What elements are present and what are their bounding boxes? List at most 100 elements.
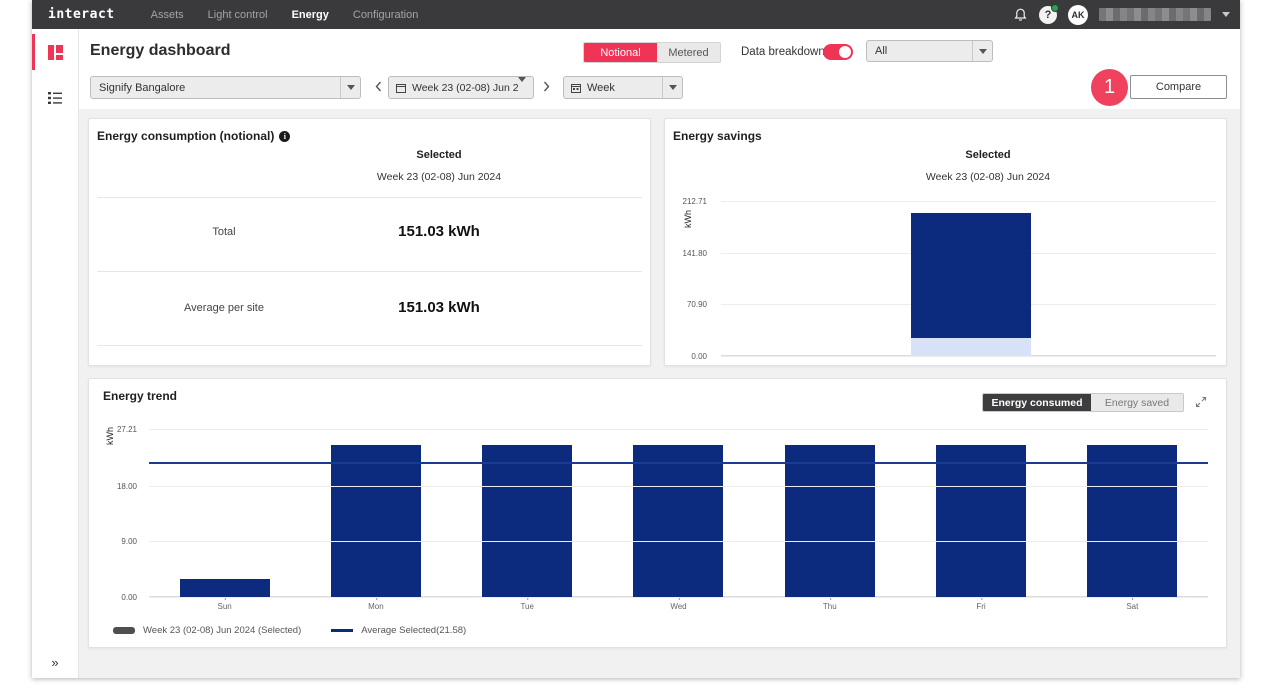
average-line [149,462,1208,464]
nav-item-light-control[interactable]: Light control [208,9,268,21]
trend-slot: Sun [149,429,300,597]
energy-consumed-button[interactable]: Energy consumed [983,394,1091,411]
chevron-down-icon [347,85,355,90]
nav-menu: Assets Light control Energy Configuratio… [151,9,419,21]
legend-line-swatch [331,629,353,632]
info-icon[interactable]: i [279,131,290,142]
screenshot-canvas: interact Assets Light control Energy Con… [0,0,1280,700]
trend-slots: SunMonTueWedThuFriSat [149,429,1208,597]
savings-bar-segment [911,338,1031,356]
scope-select[interactable]: All [866,40,993,62]
energy-savings-card: Energy savings Selected Week 23 (02-08) … [664,118,1227,366]
trend-slot: Sat [1057,429,1208,597]
y-axis-tick: 18.00 [117,482,137,491]
trend-slot: Thu [754,429,905,597]
nav-right-cluster: ? AK [1013,5,1230,25]
x-axis-label: Sun [218,602,232,611]
column-header: Selected [868,149,1108,161]
x-axis-label: Fri [976,602,985,611]
help-icon[interactable]: ? [1039,6,1057,24]
trend-bar [482,445,572,597]
trend-y-axis: 27.2118.009.000.00 [89,429,143,597]
gridline [149,541,1208,542]
trend-series-toggle: Energy consumed Energy saved [982,393,1184,412]
trend-bar [785,445,875,597]
x-axis-label: Mon [368,602,384,611]
trend-bar [180,579,270,597]
trend-bar [936,445,1026,597]
mode-metered-button[interactable]: Metered [657,43,720,62]
trend-legend: Week 23 (02-08) Jun 2024 (Selected) Aver… [113,625,466,636]
compare-button[interactable]: Compare [1130,75,1227,99]
trend-plot: SunMonTueWedThuFriSat [149,429,1208,597]
period-select[interactable]: Week 23 (02-08) Jun 2024 [388,76,534,99]
previous-period-button[interactable] [373,79,383,93]
list-icon [47,91,63,105]
y-axis-tick: 70.90 [687,300,707,309]
sidebar-item-list[interactable] [32,75,78,121]
y-axis-tick: 27.21 [117,425,137,434]
gridline [721,201,1216,202]
trend-slot: Fri [905,429,1056,597]
y-axis-tick: 212.71 [683,197,707,206]
sidebar-expand-icon[interactable]: » [32,655,78,670]
mode-segmented-control: Notional Metered [583,42,721,63]
y-axis-tick: 9.00 [121,537,137,546]
trend-bar [331,445,421,597]
y-axis-tick: 141.80 [683,249,707,258]
x-axis-label: Thu [823,602,837,611]
savings-plot [721,201,1216,356]
avatar[interactable]: AK [1068,5,1088,25]
row-value-average: 151.03 kWh [319,299,559,316]
page-title: Energy dashboard [90,42,230,60]
site-select[interactable]: Signify Bangalore [90,76,361,99]
energy-trend-card: Energy trend Energy consumed Energy save… [88,378,1227,648]
savings-y-axis: 212.71141.8070.900.00 [665,201,713,356]
x-axis-label: Sat [1126,602,1138,611]
data-breakdown-label: Data breakdown [741,46,825,58]
legend-item-selected: Week 23 (02-08) Jun 2024 (Selected) [113,625,301,636]
trend-slot: Mon [300,429,451,597]
sidebar-item-dashboard[interactable] [32,29,78,75]
expand-icon[interactable] [1195,395,1207,413]
y-axis-tick: 0.00 [121,593,137,602]
dashboard-icon [48,45,63,60]
energy-consumption-card: Energy consumption (notional) i Selected… [88,118,651,366]
legend-item-average: Average Selected(21.58) [331,625,466,636]
data-breakdown-toggle[interactable] [823,44,853,60]
calendar-icon [396,83,406,93]
dashboard-content: Energy consumption (notional) i Selected… [79,109,1240,678]
column-subheader: Week 23 (02-08) Jun 2024 [868,171,1108,183]
card-title: Energy trend [103,389,177,403]
left-sidebar: » [32,29,79,678]
chevron-down-icon [979,49,987,54]
column-subheader: Week 23 (02-08) Jun 2024 [319,171,559,183]
next-period-button[interactable] [541,79,551,93]
chevron-down-icon [669,85,677,90]
trend-bar [633,445,723,597]
gridline [721,356,1216,357]
nav-item-energy[interactable]: Energy [292,9,329,21]
bell-icon[interactable] [1013,7,1028,23]
gridline [149,597,1208,598]
granularity-select[interactable]: Week [563,76,683,99]
calendar-week-icon [571,83,581,93]
notification-dot [1051,4,1059,12]
mode-notional-button[interactable]: Notional [584,43,657,62]
nav-item-configuration[interactable]: Configuration [353,9,418,21]
nav-item-assets[interactable]: Assets [151,9,184,21]
trend-slot: Tue [452,429,603,597]
trend-bar [1087,445,1177,597]
energy-saved-button[interactable]: Energy saved [1091,394,1183,411]
redacted-username [1099,8,1211,21]
trend-slot: Wed [603,429,754,597]
interact-logo: interact [48,7,115,22]
savings-bar-segment [911,213,1031,338]
gridline [149,486,1208,487]
tutorial-step-badge: 1 [1091,69,1128,106]
card-title: Energy consumption (notional) [97,129,274,143]
card-title: Energy savings [673,129,762,143]
y-axis-tick: 0.00 [691,352,707,361]
gridline [149,429,1208,430]
user-menu-caret-icon[interactable] [1222,12,1230,17]
